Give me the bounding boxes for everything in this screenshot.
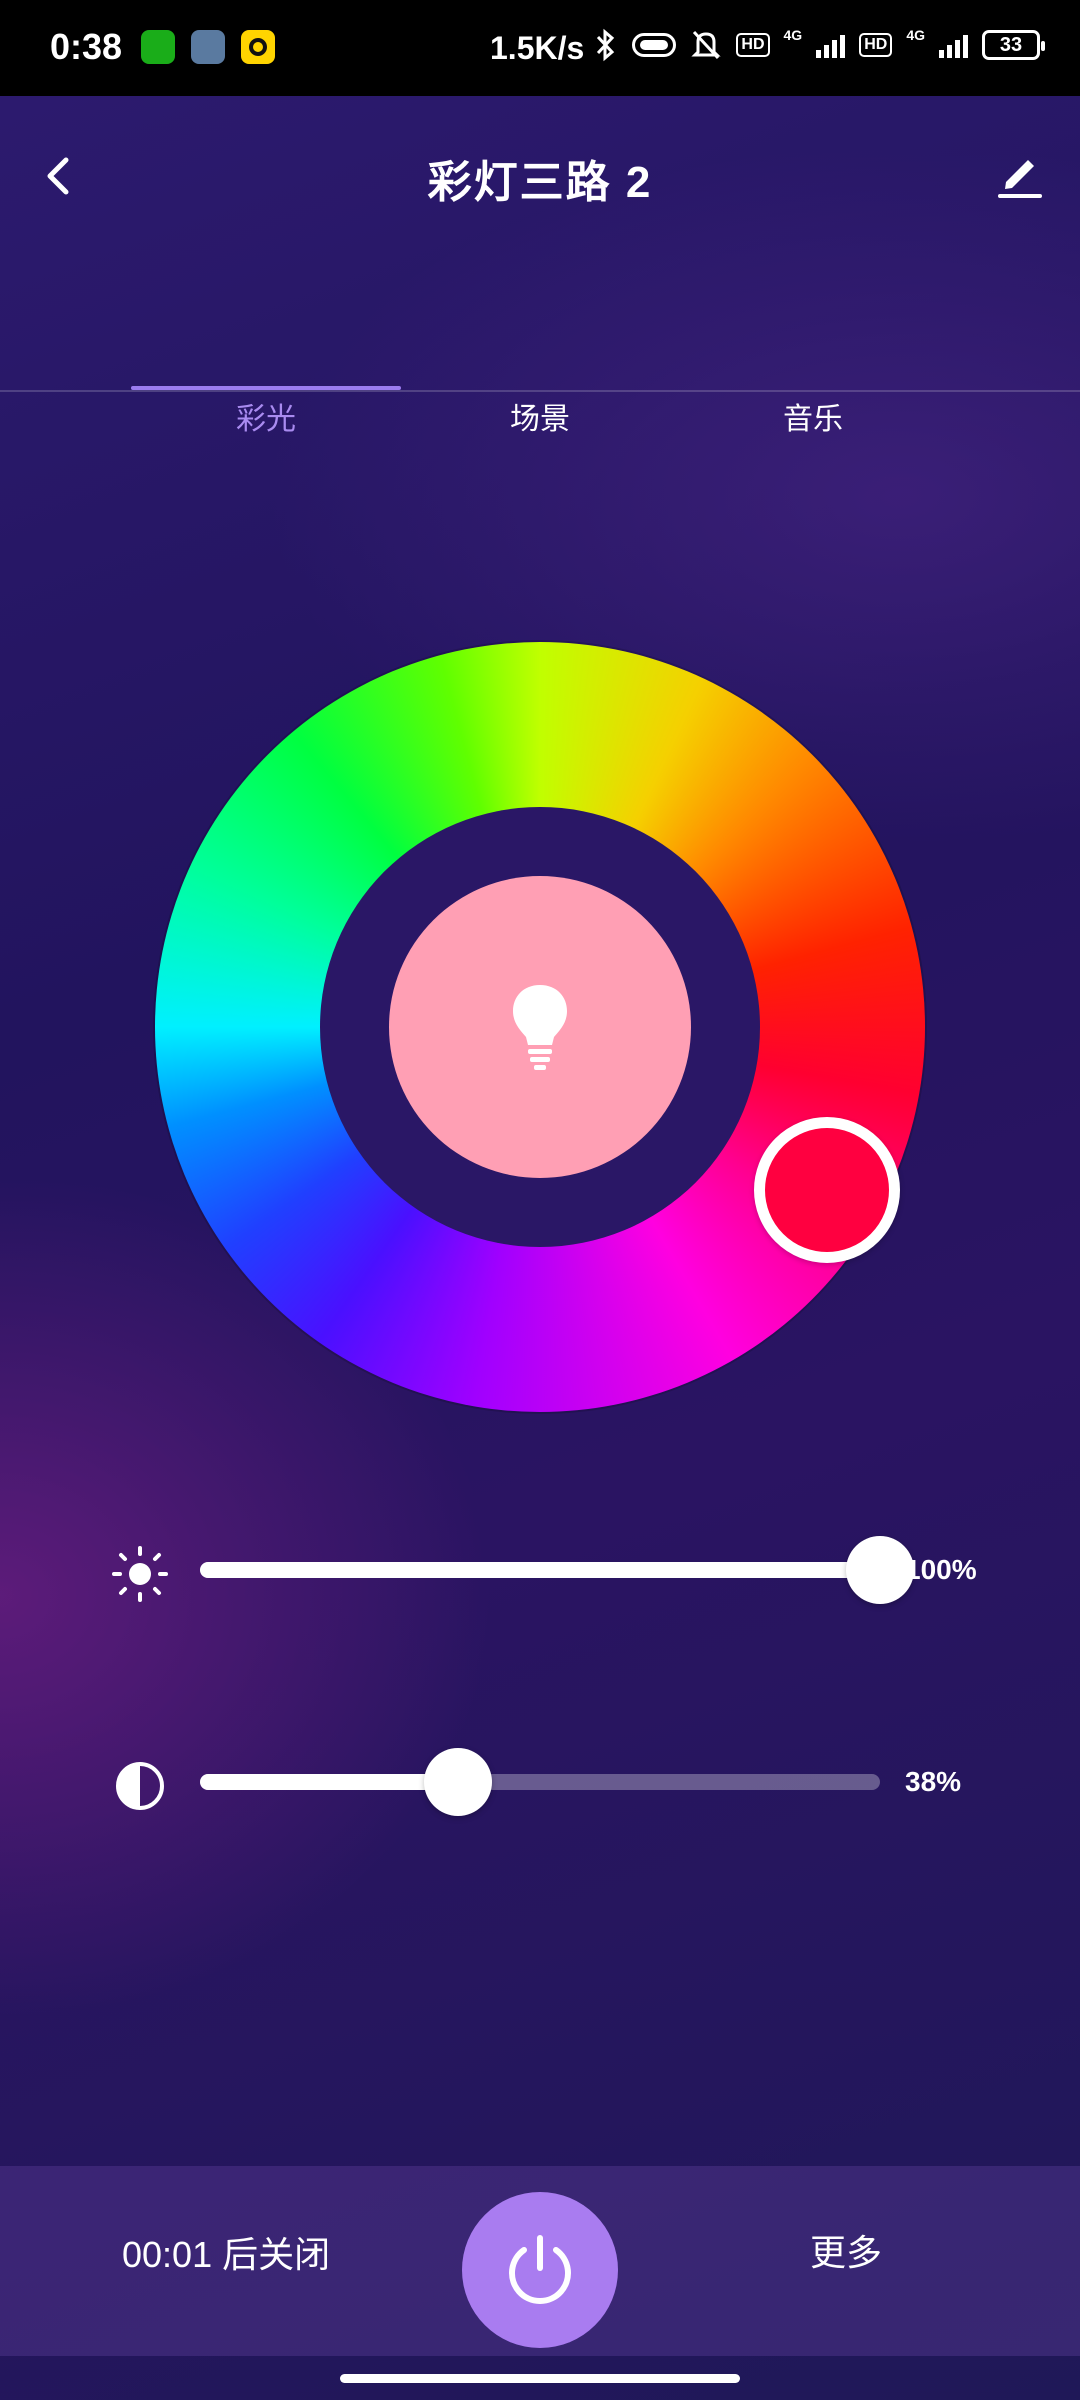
brightness-fill	[200, 1562, 880, 1578]
brightness-thumb[interactable]	[846, 1536, 914, 1604]
hd-badge: HD	[736, 33, 770, 57]
signal-icon-2	[939, 32, 968, 58]
toggle-icon	[632, 33, 677, 57]
contrast-thumb[interactable]	[424, 1748, 493, 1816]
status-bar: 0:38 1.5K/s HD 4G HD 4G 33	[0, 0, 1080, 96]
app-notification-icon	[241, 30, 275, 64]
network-speed: 1.5K/s	[490, 30, 585, 66]
contrast-icon	[116, 1762, 164, 1810]
bluetooth-icon	[597, 28, 615, 62]
bottom-bar: 00:01 后关闭 更多	[0, 2166, 1080, 2356]
network-type: 4G	[783, 27, 803, 43]
contrast-value: 38%	[905, 1766, 962, 1797]
color-picker-handle[interactable]	[754, 1117, 900, 1263]
brightness-slider-row: 100%	[110, 1530, 990, 1610]
brightness-track[interactable]	[200, 1536, 914, 1604]
light-bulb-icon	[513, 985, 567, 1070]
battery-icon: 33	[982, 30, 1045, 60]
more-button[interactable]: 更多	[810, 2224, 882, 2276]
hd-badge-2: HD	[859, 33, 893, 57]
settings-notification-icon	[191, 30, 225, 64]
contrast-track[interactable]	[200, 1748, 880, 1816]
power-icon	[509, 2235, 571, 2304]
contrast-fill	[200, 1774, 459, 1790]
active-tab-indicator	[131, 386, 401, 390]
network-type-2: 4G	[906, 27, 925, 43]
page-title: 彩灯三路 2	[427, 158, 653, 207]
clock: 0:38	[50, 26, 123, 67]
bell-off-icon	[691, 30, 722, 60]
header: 彩灯三路 2	[0, 96, 1080, 256]
brightness-sun-icon	[112, 1546, 168, 1602]
contrast-slider-row: 38%	[110, 1742, 990, 1822]
status-icons: HD 4G HD 4G 33	[592, 27, 1045, 62]
home-indicator[interactable]	[340, 2374, 740, 2383]
tab-bar: 彩光 场景 音乐	[0, 286, 1080, 436]
color-wheel[interactable]	[155, 642, 925, 1412]
app-screen: 彩灯三路 2 彩光 场景 音乐 100% 38% 00:01 后关闭 更多	[0, 96, 1080, 2400]
brightness-value: 100%	[905, 1554, 977, 1585]
tab-scene[interactable]: 场景	[450, 394, 630, 438]
edit-pencil-icon[interactable]	[990, 144, 1050, 204]
timer-button[interactable]: 00:01 后关闭	[122, 2226, 330, 2278]
color-preview	[389, 876, 691, 1178]
power-button[interactable]	[462, 2192, 618, 2348]
tab-music[interactable]: 音乐	[723, 394, 903, 438]
tab-color-light[interactable]: 彩光	[176, 394, 356, 438]
wechat-notification-icon	[141, 30, 175, 64]
signal-icon	[816, 32, 846, 58]
